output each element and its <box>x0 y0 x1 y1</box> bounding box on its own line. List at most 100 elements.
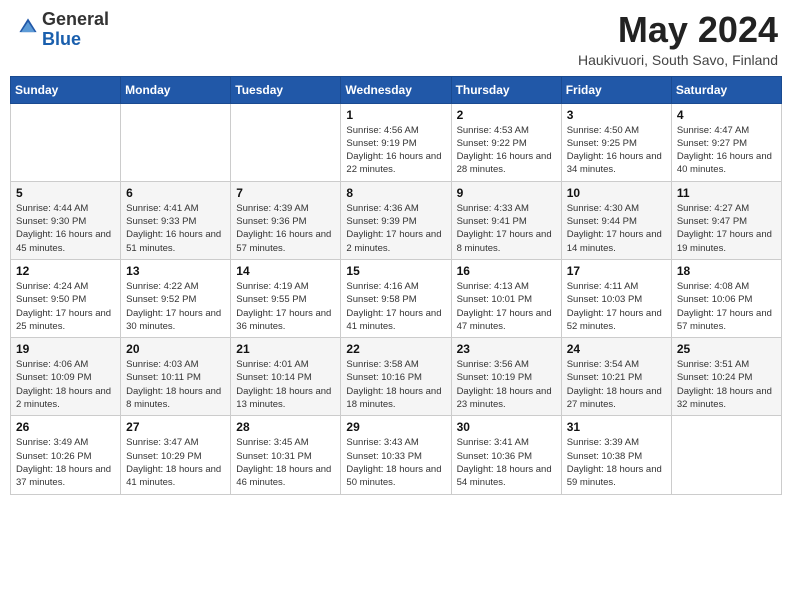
day-info: Sunrise: 3:41 AM Sunset: 10:36 PM Daylig… <box>457 436 556 489</box>
table-row: 26 Sunrise: 3:49 AM Sunset: 10:26 PM Dayl… <box>11 416 121 494</box>
day-number: 18 <box>677 264 776 278</box>
calendar-week-row: 19 Sunrise: 4:06 AM Sunset: 10:09 PM Dayl… <box>11 338 782 416</box>
header-saturday: Saturday <box>671 76 781 103</box>
day-info: Sunrise: 4:33 AM Sunset: 9:41 PM Dayligh… <box>457 202 556 255</box>
calendar-week-row: 12 Sunrise: 4:24 AM Sunset: 9:50 PM Dayli… <box>11 259 782 337</box>
table-row: 20 Sunrise: 4:03 AM Sunset: 10:11 PM Dayl… <box>121 338 231 416</box>
day-number: 3 <box>567 108 666 122</box>
header-monday: Monday <box>121 76 231 103</box>
day-info: Sunrise: 4:19 AM Sunset: 9:55 PM Dayligh… <box>236 280 335 333</box>
logo-icon <box>16 15 40 39</box>
day-info: Sunrise: 4:11 AM Sunset: 10:03 PM Daylig… <box>567 280 666 333</box>
day-number: 20 <box>126 342 225 356</box>
day-number: 17 <box>567 264 666 278</box>
day-info: Sunrise: 4:16 AM Sunset: 9:58 PM Dayligh… <box>346 280 445 333</box>
table-row: 4 Sunrise: 4:47 AM Sunset: 9:27 PM Daylig… <box>671 103 781 181</box>
header-sunday: Sunday <box>11 76 121 103</box>
weekday-header-row: Sunday Monday Tuesday Wednesday Thursday… <box>11 76 782 103</box>
title-block: May 2024 Haukivuori, South Savo, Finland <box>578 10 778 68</box>
day-number: 19 <box>16 342 115 356</box>
table-row: 7 Sunrise: 4:39 AM Sunset: 9:36 PM Daylig… <box>231 181 341 259</box>
day-info: Sunrise: 4:06 AM Sunset: 10:09 PM Daylig… <box>16 358 115 411</box>
day-number: 10 <box>567 186 666 200</box>
day-number: 29 <box>346 420 445 434</box>
day-info: Sunrise: 4:30 AM Sunset: 9:44 PM Dayligh… <box>567 202 666 255</box>
day-info: Sunrise: 3:39 AM Sunset: 10:38 PM Daylig… <box>567 436 666 489</box>
day-info: Sunrise: 3:47 AM Sunset: 10:29 PM Daylig… <box>126 436 225 489</box>
table-row: 3Sunrise: 4:50 AM Sunset: 9:25 PM Daylig… <box>561 103 671 181</box>
table-row: 16 Sunrise: 4:13 AM Sunset: 10:01 PM Dayl… <box>451 259 561 337</box>
day-info: Sunrise: 4:53 AM Sunset: 9:22 PM Dayligh… <box>457 124 556 177</box>
table-row <box>11 103 121 181</box>
day-number: 12 <box>16 264 115 278</box>
day-info: Sunrise: 4:03 AM Sunset: 10:11 PM Daylig… <box>126 358 225 411</box>
table-row <box>671 416 781 494</box>
table-row: 22Sunrise: 3:58 AM Sunset: 10:16 PM Dayl… <box>341 338 451 416</box>
table-row: 10 Sunrise: 4:30 AM Sunset: 9:44 PM Dayli… <box>561 181 671 259</box>
page-header: General Blue May 2024 Haukivuori, South … <box>10 10 782 68</box>
day-info: Sunrise: 4:13 AM Sunset: 10:01 PM Daylig… <box>457 280 556 333</box>
logo: General Blue <box>14 10 109 50</box>
day-info: Sunrise: 3:49 AM Sunset: 10:26 PM Daylig… <box>16 436 115 489</box>
calendar-week-row: 5 Sunrise: 4:44 AM Sunset: 9:30 PM Daylig… <box>11 181 782 259</box>
table-row: 28Sunrise: 3:45 AM Sunset: 10:31 PM Dayl… <box>231 416 341 494</box>
day-number: 1 <box>346 108 445 122</box>
day-number: 8 <box>346 186 445 200</box>
day-number: 16 <box>457 264 556 278</box>
table-row: 6 Sunrise: 4:41 AM Sunset: 9:33 PM Daylig… <box>121 181 231 259</box>
table-row <box>231 103 341 181</box>
calendar-table: Sunday Monday Tuesday Wednesday Thursday… <box>10 76 782 495</box>
table-row: 2 Sunrise: 4:53 AM Sunset: 9:22 PM Daylig… <box>451 103 561 181</box>
calendar-week-row: 26 Sunrise: 3:49 AM Sunset: 10:26 PM Dayl… <box>11 416 782 494</box>
table-row: 31Sunrise: 3:39 AM Sunset: 10:38 PM Dayl… <box>561 416 671 494</box>
header-friday: Friday <box>561 76 671 103</box>
day-number: 28 <box>236 420 335 434</box>
day-number: 25 <box>677 342 776 356</box>
table-row: 15 Sunrise: 4:16 AM Sunset: 9:58 PM Dayli… <box>341 259 451 337</box>
month-year-title: May 2024 <box>578 10 778 50</box>
logo-general-text: General <box>42 9 109 29</box>
day-number: 15 <box>346 264 445 278</box>
day-number: 5 <box>16 186 115 200</box>
day-number: 24 <box>567 342 666 356</box>
day-number: 27 <box>126 420 225 434</box>
table-row: 19 Sunrise: 4:06 AM Sunset: 10:09 PM Dayl… <box>11 338 121 416</box>
table-row: 14 Sunrise: 4:19 AM Sunset: 9:55 PM Dayli… <box>231 259 341 337</box>
calendar-week-row: 1 Sunrise: 4:56 AM Sunset: 9:19 PM Daylig… <box>11 103 782 181</box>
day-info: Sunrise: 3:43 AM Sunset: 10:33 PM Daylig… <box>346 436 445 489</box>
table-row: 18Sunrise: 4:08 AM Sunset: 10:06 PM Dayl… <box>671 259 781 337</box>
day-number: 2 <box>457 108 556 122</box>
day-number: 21 <box>236 342 335 356</box>
day-number: 7 <box>236 186 335 200</box>
table-row: 23 Sunrise: 3:56 AM Sunset: 10:19 PM Dayl… <box>451 338 561 416</box>
day-number: 22 <box>346 342 445 356</box>
day-number: 23 <box>457 342 556 356</box>
day-number: 6 <box>126 186 225 200</box>
day-info: Sunrise: 4:24 AM Sunset: 9:50 PM Dayligh… <box>16 280 115 333</box>
header-wednesday: Wednesday <box>341 76 451 103</box>
day-info: Sunrise: 3:51 AM Sunset: 10:24 PM Daylig… <box>677 358 776 411</box>
day-info: Sunrise: 3:56 AM Sunset: 10:19 PM Daylig… <box>457 358 556 411</box>
day-number: 4 <box>677 108 776 122</box>
location-subtitle: Haukivuori, South Savo, Finland <box>578 52 778 68</box>
day-info: Sunrise: 3:54 AM Sunset: 10:21 PM Daylig… <box>567 358 666 411</box>
day-number: 26 <box>16 420 115 434</box>
day-info: Sunrise: 4:01 AM Sunset: 10:14 PM Daylig… <box>236 358 335 411</box>
day-info: Sunrise: 4:56 AM Sunset: 9:19 PM Dayligh… <box>346 124 445 177</box>
day-info: Sunrise: 4:27 AM Sunset: 9:47 PM Dayligh… <box>677 202 776 255</box>
header-thursday: Thursday <box>451 76 561 103</box>
table-row: 29 Sunrise: 3:43 AM Sunset: 10:33 PM Dayl… <box>341 416 451 494</box>
day-info: Sunrise: 4:22 AM Sunset: 9:52 PM Dayligh… <box>126 280 225 333</box>
day-info: Sunrise: 4:41 AM Sunset: 9:33 PM Dayligh… <box>126 202 225 255</box>
table-row: 5 Sunrise: 4:44 AM Sunset: 9:30 PM Daylig… <box>11 181 121 259</box>
day-info: Sunrise: 4:39 AM Sunset: 9:36 PM Dayligh… <box>236 202 335 255</box>
table-row <box>121 103 231 181</box>
day-info: Sunrise: 4:36 AM Sunset: 9:39 PM Dayligh… <box>346 202 445 255</box>
day-info: Sunrise: 4:44 AM Sunset: 9:30 PM Dayligh… <box>16 202 115 255</box>
table-row: 25 Sunrise: 3:51 AM Sunset: 10:24 PM Dayl… <box>671 338 781 416</box>
day-number: 14 <box>236 264 335 278</box>
day-number: 11 <box>677 186 776 200</box>
day-info: Sunrise: 4:47 AM Sunset: 9:27 PM Dayligh… <box>677 124 776 177</box>
table-row: 24 Sunrise: 3:54 AM Sunset: 10:21 PM Dayl… <box>561 338 671 416</box>
table-row: 13Sunrise: 4:22 AM Sunset: 9:52 PM Dayli… <box>121 259 231 337</box>
